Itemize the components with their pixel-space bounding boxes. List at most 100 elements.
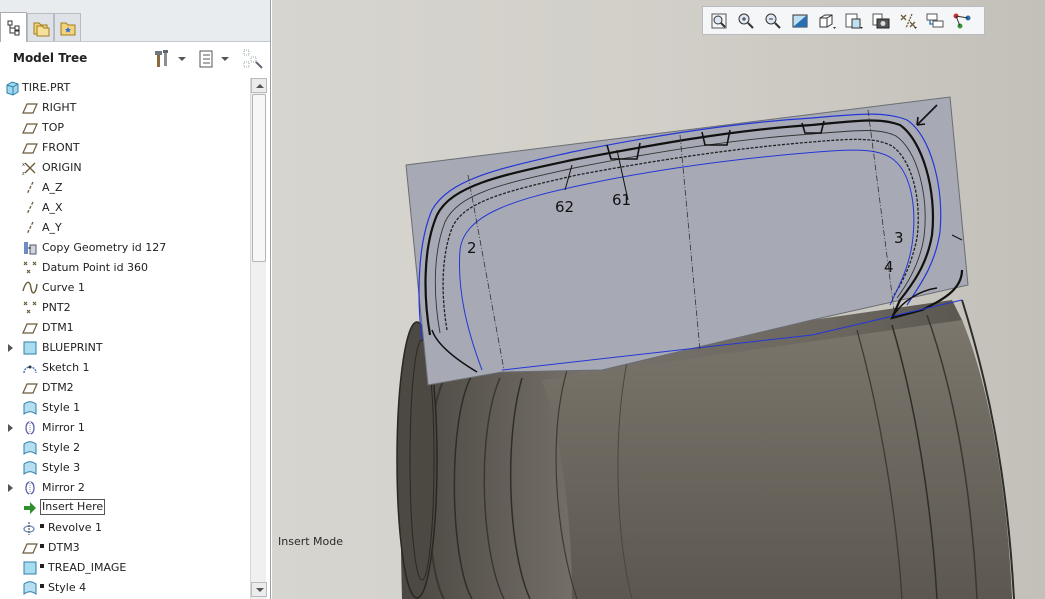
tree-item-dtm1[interactable]: DTM1: [0, 318, 250, 338]
datum-plane-icon: [22, 543, 38, 554]
model-tree-tab[interactable]: [0, 12, 27, 42]
spin-center-icon: [926, 13, 944, 27]
zoom-in-icon: [738, 13, 754, 29]
show-columns-button[interactable]: [197, 48, 229, 70]
tree-item-a-y[interactable]: A_Y: [0, 218, 250, 238]
view-manager-icon: [872, 13, 890, 28]
curve-icon: [22, 281, 38, 294]
tree-item-dtm3[interactable]: DTM3: [0, 538, 250, 558]
tree-item-style-3[interactable]: Style 3: [0, 458, 250, 478]
folder-browser-tab-icon: [33, 22, 49, 36]
repaint-icon: [792, 14, 808, 27]
refit-icon: [711, 13, 727, 28]
tree-item-style-2[interactable]: Style 2: [0, 438, 250, 458]
model-tree-tab-icon: [7, 20, 19, 35]
tree-item-insert-here[interactable]: Insert Here: [0, 498, 250, 518]
expand-arrow-icon[interactable]: [8, 344, 13, 352]
tree-item-style-1[interactable]: Style 1: [0, 398, 250, 418]
spin-center-button[interactable]: [923, 10, 947, 32]
style-icon: [23, 401, 37, 415]
suppressed-marker: [40, 544, 44, 548]
saved-orientations-button[interactable]: [842, 10, 866, 32]
part-icon: [6, 81, 19, 96]
show-columns-icon: [199, 50, 213, 68]
filter-button[interactable]: [242, 48, 264, 70]
suppressed-marker: [40, 524, 44, 528]
tree-item-tread-image[interactable]: TREAD_IMAGE: [0, 558, 250, 578]
coordinate-system-icon: x z: [22, 162, 36, 176]
style-icon: [23, 441, 37, 455]
display-style-icon: [819, 14, 836, 29]
repaint-button[interactable]: [788, 10, 812, 32]
scroll-thumb[interactable]: [252, 94, 266, 262]
scroll-up-button[interactable]: [251, 78, 267, 93]
datum-plane-icon: [22, 383, 38, 394]
graphics-viewport[interactable]: 62 61 2 3 4 Insert Mode: [272, 0, 1045, 599]
datum-axis-icon: [26, 221, 34, 235]
zoom-out-button[interactable]: [761, 10, 785, 32]
refit-button[interactable]: [707, 10, 731, 32]
panel-title: Model Tree: [13, 51, 88, 65]
revolve-icon: [23, 522, 35, 535]
copy-geometry-icon: [24, 242, 37, 255]
sketch-label-62: 62: [555, 198, 574, 216]
insert-mode-status: Insert Mode: [278, 535, 344, 548]
sketch-label-2: 2: [467, 239, 477, 257]
sketch-label-4: 4: [884, 258, 894, 276]
model-tree-header: Model Tree: [0, 43, 270, 73]
chevron-down-icon: [256, 588, 264, 592]
annotation-display-icon: [953, 13, 971, 28]
folder-browser-tab[interactable]: [27, 13, 54, 41]
settings-button[interactable]: [154, 48, 186, 70]
datum-display-filters-button[interactable]: [896, 10, 920, 32]
datum-display-filters-icon: [900, 13, 917, 29]
datum-axis-icon: [26, 201, 34, 215]
favorites-tab[interactable]: [54, 13, 81, 41]
tree-item-mirror-2[interactable]: Mirror 2: [0, 478, 250, 498]
graphics-toolbar: [702, 6, 985, 35]
tree-item-dtm2[interactable]: DTM2: [0, 378, 250, 398]
tree-scrollbar[interactable]: [250, 78, 267, 599]
suppressed-marker: [40, 564, 44, 568]
annotation-display-button[interactable]: [950, 10, 974, 32]
svg-text:x: x: [22, 162, 25, 168]
style-icon: [23, 461, 37, 475]
navigator-tab-strip: [0, 0, 270, 42]
tree-item-copy-geometry[interactable]: Copy Geometry id 127: [0, 238, 250, 258]
tree-item-a-x[interactable]: A_X: [0, 198, 250, 218]
tree-item-front[interactable]: FRONT: [0, 138, 250, 158]
datum-point-icon: [23, 261, 37, 274]
tree-item-origin[interactable]: x z ORIGIN: [0, 158, 250, 178]
tree-item-top[interactable]: TOP: [0, 118, 250, 138]
chevron-up-icon: [256, 84, 264, 88]
display-style-button[interactable]: [815, 10, 839, 32]
expand-arrow-icon[interactable]: [8, 484, 13, 492]
expand-arrow-icon[interactable]: [8, 424, 13, 432]
zoom-out-icon: [765, 13, 781, 29]
sketch-label-61: 61: [612, 191, 631, 209]
tree-item-a-z[interactable]: A_Z: [0, 178, 250, 198]
model-tree: TIRE.PRT RIGHT TOP FRONT x z ORIGIN A_Z: [0, 78, 250, 599]
tree-root-item[interactable]: TIRE.PRT: [0, 78, 250, 98]
tree-item-revolve-1[interactable]: Revolve 1: [0, 518, 250, 538]
view-manager-button[interactable]: [869, 10, 893, 32]
style-icon: [23, 581, 37, 595]
datum-point-icon: [23, 301, 37, 314]
settings-hammer-icon: [155, 50, 168, 67]
zoom-in-button[interactable]: [734, 10, 758, 32]
tree-item-blueprint[interactable]: BLUEPRINT: [0, 338, 250, 358]
blueprint-icon: [23, 341, 37, 355]
tire-model-graphic: 62 61 2 3 4: [396, 96, 1015, 599]
mirror-icon: [25, 421, 35, 435]
insert-arrow-icon: [24, 502, 36, 514]
tree-item-right[interactable]: RIGHT: [0, 98, 250, 118]
tree-item-datum-point-360[interactable]: Datum Point id 360: [0, 258, 250, 278]
scroll-down-button[interactable]: [251, 582, 267, 597]
tree-item-pnt2[interactable]: PNT2: [0, 298, 250, 318]
suppressed-marker: [40, 584, 44, 588]
tree-item-mirror-1[interactable]: Mirror 1: [0, 418, 250, 438]
svg-text:z: z: [22, 171, 25, 176]
tree-item-sketch-1[interactable]: Sketch 1: [0, 358, 250, 378]
tree-item-style-4[interactable]: Style 4: [0, 578, 250, 598]
tree-item-curve-1[interactable]: Curve 1: [0, 278, 250, 298]
